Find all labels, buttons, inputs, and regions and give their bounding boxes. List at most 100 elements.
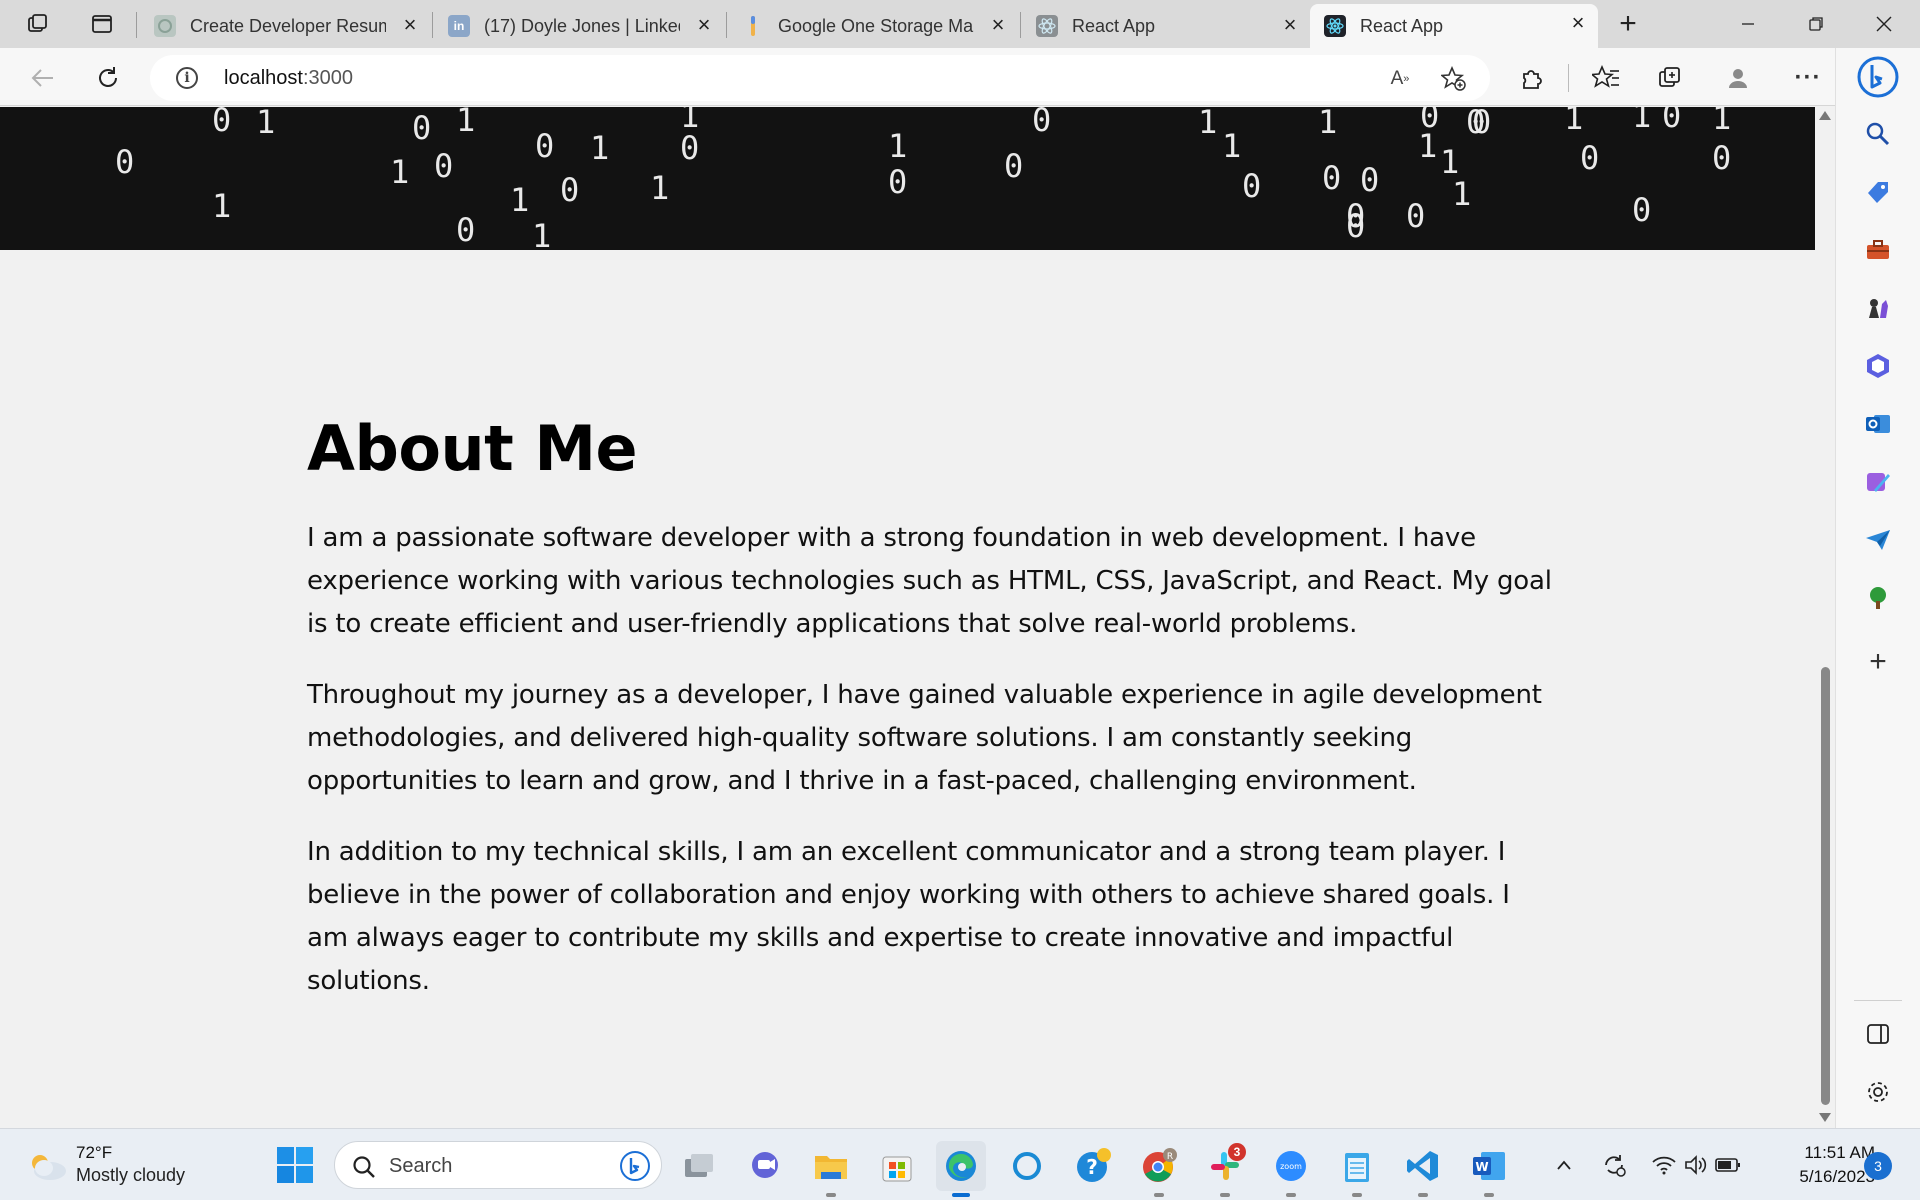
notepad-icon — [1345, 1153, 1369, 1182]
windows-icon — [277, 1147, 313, 1183]
tag-icon[interactable] — [1860, 174, 1896, 210]
url-text[interactable]: localhost:3000 — [224, 67, 353, 90]
svg-text:R: R — [1167, 1152, 1173, 1162]
binary-digit: 1 — [1452, 175, 1472, 213]
vscode-app[interactable] — [1398, 1141, 1448, 1197]
tab-create-developer-resume[interactable]: Create Developer Resume × — [140, 6, 430, 46]
svg-text:W: W — [1475, 1160, 1488, 1174]
edge-icon — [946, 1151, 976, 1181]
google-one-icon — [742, 15, 764, 37]
binary-digit: 0 — [1472, 107, 1492, 141]
microsoft-store-app[interactable] — [872, 1141, 922, 1191]
sync-icon[interactable] — [1598, 1147, 1630, 1183]
notification-badge[interactable]: 3 — [1864, 1152, 1892, 1180]
react-icon — [1324, 15, 1346, 37]
chess-icon[interactable] — [1860, 290, 1896, 326]
slack-app[interactable]: 3 — [1200, 1141, 1250, 1197]
send-icon[interactable] — [1860, 522, 1896, 558]
scroll-thumb[interactable] — [1821, 667, 1830, 1105]
tab-actions-icon[interactable] — [88, 10, 116, 38]
binary-digit: 0 — [115, 143, 135, 181]
more-options-icon[interactable]: ··· — [1790, 60, 1826, 96]
close-window-button[interactable] — [1854, 6, 1914, 42]
close-icon[interactable]: × — [1566, 12, 1590, 36]
settings-icon[interactable] — [1860, 1074, 1896, 1110]
tab-react-app-active[interactable]: React App × — [1310, 4, 1598, 48]
binary-digit: 1 — [256, 107, 276, 141]
site-info-icon[interactable]: i — [176, 67, 198, 89]
file-explorer-app[interactable] — [806, 1141, 856, 1197]
tab-react-app[interactable]: React App × — [1022, 6, 1310, 46]
tab-title: (17) Doyle Jones | LinkedIn — [484, 15, 680, 36]
svg-text:zoom: zoom — [1280, 1162, 1302, 1171]
outlook-icon[interactable] — [1860, 406, 1896, 442]
tab-linkedin[interactable]: in (17) Doyle Jones | LinkedIn × — [434, 6, 724, 46]
edge-app[interactable] — [936, 1141, 986, 1197]
notepad-app[interactable] — [1332, 1141, 1382, 1197]
binary-digit: 0 — [1632, 191, 1652, 229]
wifi-icon[interactable] — [1648, 1147, 1680, 1183]
office-icon[interactable] — [1860, 348, 1896, 384]
cortana-app[interactable] — [1002, 1141, 1052, 1191]
search-icon[interactable] — [1860, 116, 1896, 152]
scroll-down-arrow[interactable] — [1819, 1113, 1831, 1122]
refresh-button[interactable] — [90, 60, 126, 96]
battery-icon[interactable] — [1712, 1147, 1744, 1183]
weather-widget[interactable]: 72°F Mostly cloudy — [24, 1139, 224, 1191]
volume-icon[interactable] — [1680, 1147, 1712, 1183]
close-icon[interactable]: × — [398, 14, 422, 38]
favorites-icon[interactable] — [1588, 60, 1624, 96]
sidebar-layout-icon[interactable] — [1860, 1016, 1896, 1052]
tab-google-one[interactable]: Google One Storage Manager × — [728, 6, 1018, 46]
profile-icon[interactable] — [1720, 60, 1756, 96]
binary-digit: 1 — [456, 107, 476, 139]
workspaces-icon[interactable] — [24, 10, 52, 38]
chevron-up-icon[interactable] — [1548, 1147, 1580, 1183]
page-viewport: 0101011001010111010001101000000110010100… — [0, 107, 1815, 1128]
start-button[interactable] — [276, 1146, 314, 1184]
about-paragraph-3: In addition to my technical skills, I am… — [307, 837, 1510, 996]
tab-title: Google One Storage Manager — [778, 15, 974, 36]
binary-digit: 1 — [532, 217, 552, 250]
back-button[interactable] — [24, 60, 60, 96]
add-favorite-icon[interactable] — [1440, 65, 1468, 93]
word-icon: W — [1473, 1152, 1505, 1180]
taskbar-search[interactable]: Search — [334, 1141, 662, 1189]
toolbox-icon[interactable] — [1860, 232, 1896, 268]
scroll-up-arrow[interactable] — [1819, 111, 1831, 120]
address-bar[interactable]: i localhost:3000 A» — [150, 55, 1490, 101]
chrome-app[interactable]: R — [1134, 1141, 1184, 1197]
tab-strip: Create Developer Resume × in (17) Doyle … — [0, 0, 1920, 48]
teams-chat-app[interactable] — [740, 1141, 790, 1191]
extensions-icon[interactable] — [1514, 60, 1550, 96]
search-icon — [353, 1156, 375, 1178]
tab-title: Create Developer Resume — [190, 15, 386, 36]
get-help-app[interactable]: ? — [1068, 1141, 1118, 1191]
bing-icon — [620, 1151, 650, 1181]
read-aloud-icon[interactable]: A» — [1386, 65, 1414, 93]
zoom-app[interactable]: zoom — [1266, 1141, 1316, 1197]
restore-button[interactable] — [1786, 6, 1846, 42]
tab-title: React App — [1072, 15, 1156, 36]
react-icon — [1036, 15, 1058, 37]
folder-icon — [815, 1156, 847, 1179]
task-view-app[interactable] — [674, 1141, 724, 1191]
system-clock[interactable]: 11:51 AM 5/16/2023 — [1755, 1141, 1875, 1189]
collections-icon[interactable] — [1652, 60, 1688, 96]
close-icon[interactable]: × — [692, 14, 716, 38]
close-icon[interactable]: × — [1278, 14, 1302, 38]
new-tab-icon[interactable]: + — [1614, 7, 1642, 40]
running-indicator — [1484, 1193, 1494, 1197]
word-app[interactable]: W — [1464, 1141, 1514, 1197]
bing-copilot-icon[interactable] — [1855, 54, 1901, 100]
tree-icon[interactable] — [1860, 580, 1896, 616]
designer-icon[interactable] — [1860, 464, 1896, 500]
page-scrollbar[interactable] — [1815, 107, 1835, 1128]
minimize-button[interactable] — [1718, 6, 1778, 42]
running-indicator — [1352, 1193, 1362, 1197]
binary-digit: 0 — [560, 171, 580, 209]
binary-digit: 0 — [1322, 159, 1342, 197]
close-icon[interactable]: × — [986, 14, 1010, 38]
binary-digit: 0 — [1406, 197, 1426, 235]
add-icon[interactable]: + — [1860, 644, 1896, 680]
